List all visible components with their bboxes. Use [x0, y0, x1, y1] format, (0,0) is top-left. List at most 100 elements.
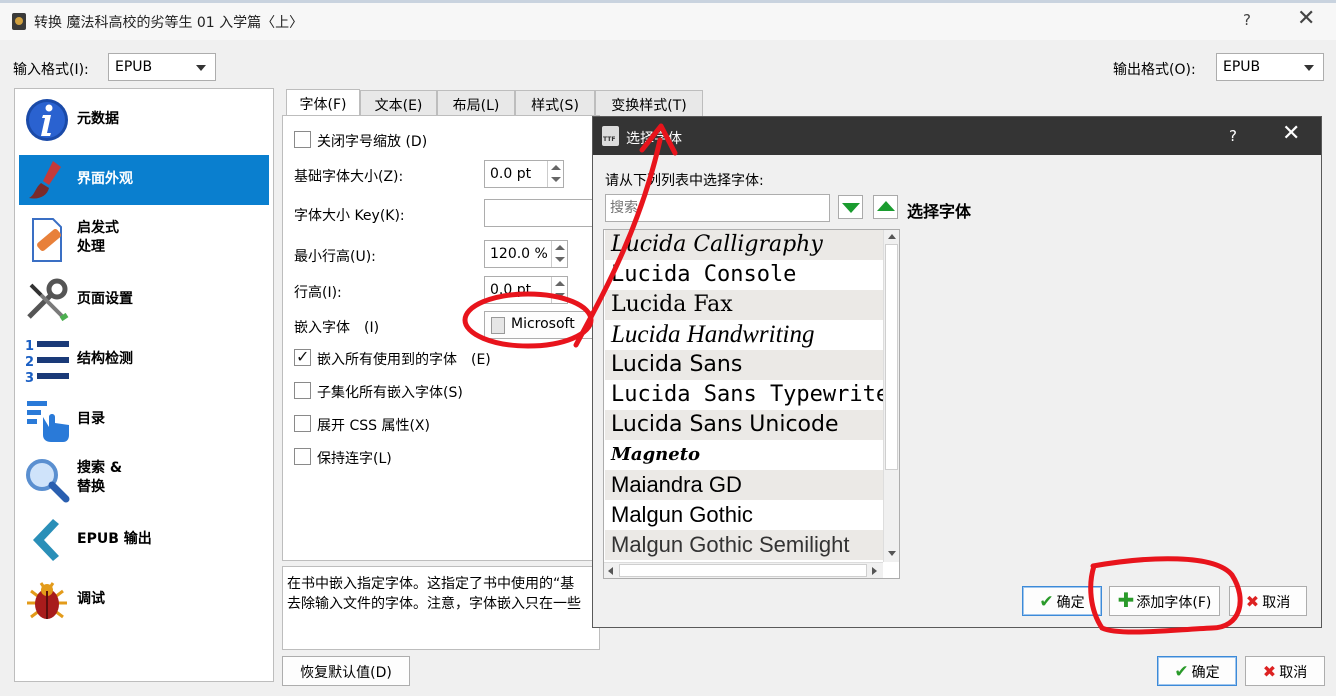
dialog-cancel-button[interactable]: ✖ 取消	[1229, 586, 1307, 616]
tab-transform-styles[interactable]: 变换样式(T)	[595, 90, 703, 116]
sidebar-item-look-and-feel[interactable]: 界面外观	[19, 155, 269, 205]
sidebar-item-label: 目录	[77, 411, 105, 427]
sidebar-item-epub-output[interactable]: EPUB 输出	[19, 515, 269, 565]
scrollbar-thumb[interactable]	[885, 244, 898, 470]
scroll-left-arrow-icon[interactable]	[608, 567, 613, 575]
chevron-down-icon	[1304, 65, 1314, 71]
cancel-label: 取消	[1279, 665, 1308, 681]
embed-all-fonts-label: 嵌入所有使用到的字体 (E)	[317, 352, 491, 368]
tab-text[interactable]: 文本(E)	[360, 90, 437, 116]
font-list-item[interactable]: Lucida Calligraphy	[605, 230, 883, 260]
font-list-item[interactable]: Lucida Handwriting	[605, 320, 883, 350]
sidebar-item-heuristics[interactable]: 启发式 处理	[19, 215, 269, 265]
keep-ligatures-checkbox[interactable]	[294, 448, 311, 465]
base-font-size-spinbox[interactable]: 0.0 pt	[484, 160, 564, 188]
check-icon: ✔	[1174, 662, 1189, 682]
add-font-button[interactable]: ✚ 添加字体(F)	[1109, 586, 1220, 616]
dialog-title: 选择字体	[626, 131, 682, 147]
tools-icon	[27, 278, 69, 322]
dialog-help-button[interactable]: ?	[1229, 127, 1237, 145]
tab-styling[interactable]: 样式(S)	[515, 90, 595, 116]
help-text-box: 在书中嵌入指定字体。这指定了书中使用的“基 去除输入文件的字体。注意，字体嵌入只…	[282, 566, 600, 650]
font-list-item[interactable]: Lucida Console	[605, 260, 883, 290]
dialog-close-button[interactable]: ✕	[1282, 123, 1300, 145]
magnifier-icon	[26, 459, 70, 503]
scroll-up-arrow-icon[interactable]	[888, 234, 896, 239]
dialog-title-bar: 选择字体 ? ✕	[593, 117, 1321, 155]
sidebar-item-search-replace[interactable]: 搜索 & 替换	[19, 455, 269, 505]
cancel-button[interactable]: ✖ 取消	[1245, 656, 1325, 686]
output-format-label: 输出格式(O):	[1113, 62, 1196, 78]
plus-icon: ✚	[1117, 588, 1135, 612]
font-list-item[interactable]: Malgun Gothic Semilight	[605, 530, 883, 560]
restore-defaults-button[interactable]: 恢复默认值(D)	[282, 656, 410, 686]
brush-icon	[29, 161, 61, 199]
title-bar: 转换 魔法科高校的劣等生 01 入学篇〈上〉 ? ✕	[0, 3, 1336, 40]
chevron-left-icon	[33, 519, 59, 561]
output-format-select[interactable]: EPUB	[1216, 53, 1324, 81]
embed-all-fonts-checkbox[interactable]	[294, 347, 311, 366]
input-format-select[interactable]: EPUB	[108, 53, 216, 81]
expand-css-checkbox[interactable]	[294, 415, 311, 432]
window-close-button[interactable]: ✕	[1297, 8, 1315, 30]
sidebar-item-page-setup[interactable]: 页面设置	[19, 275, 269, 325]
font-list-item[interactable]: Magneto	[605, 440, 883, 470]
embed-font-button[interactable]: Microsoft	[484, 311, 596, 339]
spin-arrows-icon[interactable]	[551, 277, 567, 303]
disable-rescale-label: 关闭字号缩放 (D)	[317, 134, 428, 150]
line-height-label: 行高(I):	[294, 285, 342, 301]
sidebar-item-metadata[interactable]: 元数据	[19, 95, 269, 145]
svg-text:2: 2	[25, 355, 34, 370]
sidebar-item-label: 界面外观	[77, 171, 133, 187]
font-list-item[interactable]: Lucida Fax	[605, 290, 883, 320]
disable-rescale-checkbox[interactable]	[294, 131, 311, 148]
sidebar-item-structure-detection[interactable]: 1 2 3 结构检测	[19, 335, 269, 385]
window-help-button[interactable]: ?	[1243, 11, 1251, 29]
font-list-item[interactable]: Maiandra GD	[605, 470, 883, 500]
dialog-cancel-label: 取消	[1262, 595, 1291, 611]
line-height-spinbox[interactable]: 0.0 pt	[484, 276, 568, 304]
add-font-label: 添加字体(F)	[1136, 595, 1212, 611]
document-bandage-icon	[32, 218, 62, 262]
font-list[interactable]: Lucida Calligraphy Lucida Console Lucida…	[603, 229, 900, 579]
font-list-item[interactable]: Lucida Sans Typewriter	[605, 380, 883, 410]
bug-icon	[27, 582, 67, 619]
green-down-arrow-icon[interactable]	[838, 195, 863, 219]
scrollbar-thumb[interactable]	[619, 564, 867, 577]
font-size-key-input[interactable]	[484, 199, 594, 227]
base-font-size-label: 基础字体大小(Z):	[294, 169, 404, 185]
output-format-value: EPUB	[1223, 59, 1261, 75]
sidebar-item-toc[interactable]: 目录	[19, 395, 269, 445]
chevron-down-icon	[196, 65, 206, 71]
green-up-arrow-icon[interactable]	[873, 195, 898, 219]
dialog-ok-button[interactable]: ✔ 确定	[1022, 586, 1102, 616]
spin-arrows-icon[interactable]	[551, 241, 567, 267]
subset-fonts-label: 子集化所有嵌入字体(S)	[317, 385, 463, 401]
spin-arrows-icon[interactable]	[547, 161, 563, 187]
embed-font-label: 嵌入字体 (I)	[294, 320, 380, 336]
toc-pointer-icon	[27, 401, 69, 442]
line-height-value: 0.0 pt	[490, 282, 532, 298]
tab-font[interactable]: 字体(F)	[286, 89, 360, 116]
tab-layout[interactable]: 布局(L)	[437, 90, 515, 116]
dialog-ok-label: 确定	[1056, 595, 1085, 611]
font-list-vertical-scrollbar[interactable]	[883, 230, 899, 562]
scroll-right-arrow-icon[interactable]	[872, 567, 877, 575]
subset-fonts-checkbox[interactable]	[294, 382, 311, 399]
font-list-item[interactable]: Lucida Sans Unicode	[605, 410, 883, 440]
input-format-value: EPUB	[115, 59, 153, 75]
sidebar-item-label: 页面设置	[77, 291, 133, 307]
font-search-input[interactable]	[605, 194, 830, 222]
font-list-horizontal-scrollbar[interactable]	[604, 562, 883, 578]
scroll-down-arrow-icon[interactable]	[888, 551, 896, 556]
sidebar: 元数据 界面外观 启发式 处理 页面设置 1 2 3 结构检测 目录 搜索 & …	[14, 88, 274, 682]
sidebar-item-label-2: 替换	[77, 479, 105, 495]
min-line-height-label: 最小行高(U):	[294, 249, 376, 265]
sidebar-item-debug[interactable]: 调试	[19, 575, 269, 625]
numbered-list-icon: 1 2 3	[25, 339, 69, 383]
font-list-item[interactable]: Lucida Sans	[605, 350, 883, 380]
min-line-height-spinbox[interactable]: 120.0 %	[484, 240, 568, 268]
info-icon	[26, 99, 68, 141]
font-list-item[interactable]: Malgun Gothic	[605, 500, 883, 530]
ok-button[interactable]: ✔ 确定	[1157, 656, 1237, 686]
